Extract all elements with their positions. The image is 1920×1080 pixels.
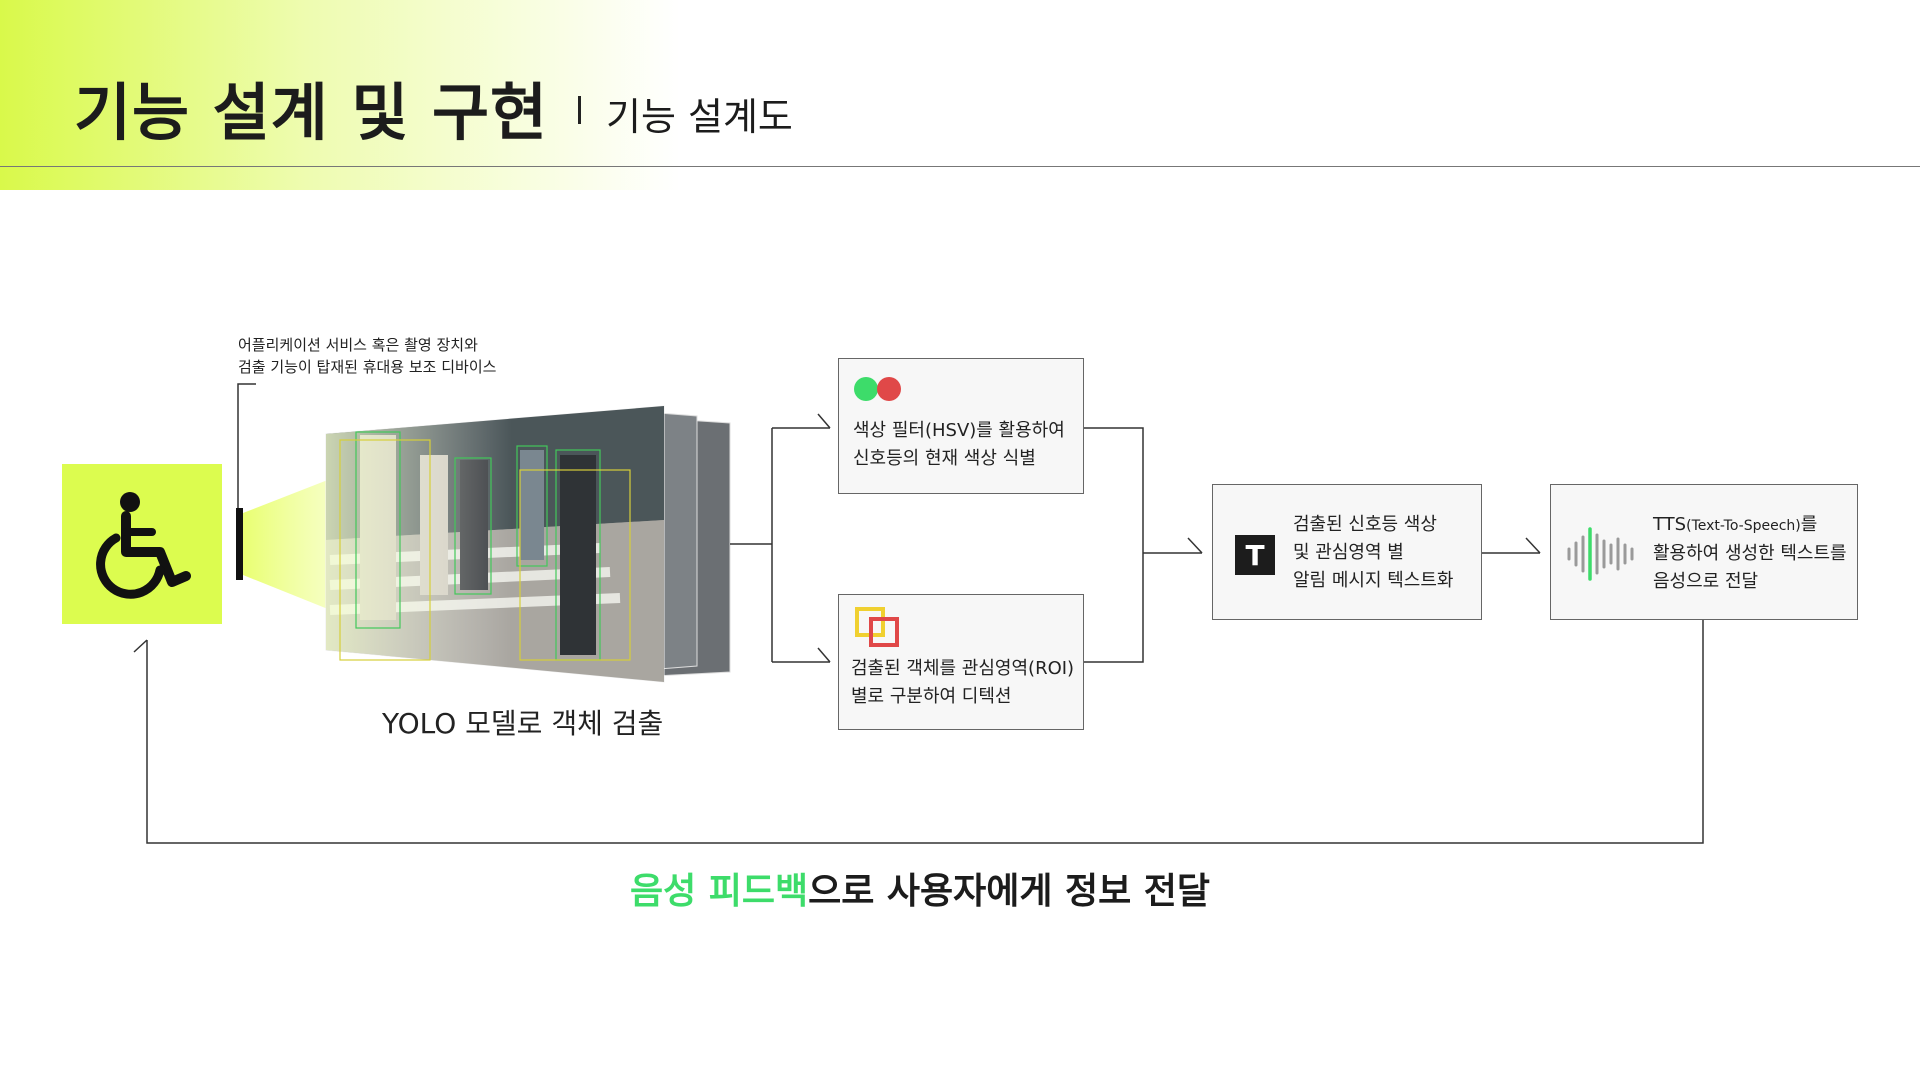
roi-squares-icon <box>855 607 899 647</box>
color-filter-line: 색상 필터(HSV)를 활용하여 <box>853 420 1065 441</box>
detection-image-stack <box>325 405 731 683</box>
text-t-icon: T <box>1235 535 1275 575</box>
device-caption: 어플리케이션 서비스 혹은 촬영 장치와 검출 기능이 탑재된 휴대용 보조 디… <box>238 334 496 378</box>
tts-line: 활용하여 생성한 텍스트를 <box>1653 543 1847 564</box>
roi-line: 검출된 객체를 관심영역(ROI) <box>851 658 1075 679</box>
text-box-line: 알림 메시지 텍스트화 <box>1293 570 1454 591</box>
tts-line-tail: 를 <box>1800 514 1818 535</box>
tts-line-small: (Text-To-Speech) <box>1686 518 1801 534</box>
feedback-rest: 으로 사용자에게 정보 전달 <box>808 871 1211 912</box>
sound-wave-icon <box>1567 527 1634 581</box>
tts-box: TTS(Text-To-Speech)를 활용하여 생성한 텍스트를 음성으로 … <box>1550 484 1858 620</box>
detection-caption: YOLO 모델로 객체 검출 <box>382 707 664 740</box>
traffic-light-dots-icon <box>854 377 901 401</box>
tts-line: 음성으로 전달 <box>1653 571 1759 592</box>
device-caption-bracket <box>237 383 256 508</box>
feedback-accent: 음성 피드백 <box>629 871 809 912</box>
feedback-caption: 음성 피드백으로 사용자에게 정보 전달 <box>0 862 1840 914</box>
user-tile <box>62 464 222 624</box>
text-generation-box: T 검출된 신호등 색상 및 관심영역 별 알림 메시지 텍스트화 <box>1212 484 1482 620</box>
tts-line: TTS(Text-To-Speech)를 <box>1653 511 1847 540</box>
device-caption-line: 어플리케이션 서비스 혹은 촬영 장치와 <box>238 336 478 354</box>
device-caption-line: 검출 기능이 탑재된 휴대용 보조 디바이스 <box>238 358 497 376</box>
text-box-line: 및 관심영역 별 <box>1293 542 1404 563</box>
roi-line: 별로 구분하여 디텍션 <box>851 686 1012 707</box>
wheelchair-icon <box>96 492 191 599</box>
capture-device <box>236 508 243 580</box>
roi-detection-box: 검출된 객체를 관심영역(ROI) 별로 구분하여 디텍션 <box>838 594 1084 730</box>
tts-line-main: TTS <box>1653 514 1687 535</box>
text-box-line: 검출된 신호등 색상 <box>1293 514 1437 535</box>
color-filter-line: 신호등의 현재 색상 식별 <box>853 448 1036 469</box>
color-filter-box: 색상 필터(HSV)를 활용하여 신호등의 현재 색상 식별 <box>838 358 1084 494</box>
